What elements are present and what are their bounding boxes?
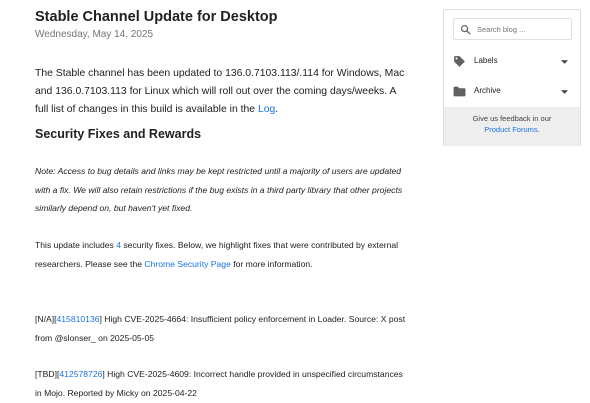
chevron-down-icon	[561, 60, 568, 64]
intro-end: .	[275, 104, 279, 115]
feedback-line: Product Forums.	[444, 124, 580, 135]
log-link[interactable]: Log	[258, 104, 275, 115]
updates-paragraph: This update includes 4 security fixes. B…	[35, 236, 405, 274]
labels-dropdown[interactable]: Labels	[444, 51, 580, 73]
security-entry: [TBD][412578726] High CVE-2025-4609: Inc…	[35, 365, 407, 403]
entry-prefix: [TBD][	[35, 369, 60, 379]
feedback-box: Give us feedback in our Product Forums.	[444, 107, 580, 146]
feedback-text: Give us feedback in our	[472, 114, 552, 123]
search-box[interactable]	[453, 18, 572, 40]
updates-pre: This update includes	[35, 240, 117, 250]
feedback-end: .	[537, 125, 540, 134]
post-title[interactable]: Stable Channel Update for Desktop	[35, 9, 278, 25]
bug-link[interactable]: 415810136	[57, 314, 100, 324]
section-heading: Security Fixes and Rewards	[35, 127, 202, 141]
archive-label: Archive	[474, 86, 501, 95]
post-date: Wednesday, May 14, 2025	[35, 29, 154, 40]
bug-link[interactable]: 412578726	[59, 369, 102, 379]
chevron-down-icon	[561, 90, 568, 94]
product-forums-link[interactable]: Product Forums	[484, 125, 537, 134]
updates-post: for more information.	[230, 259, 313, 269]
chrome-security-page-link[interactable]: Chrome Security Page	[144, 259, 230, 269]
search-icon	[461, 24, 471, 34]
label-tag-icon	[454, 56, 465, 67]
intro-paragraph: The Stable channel has been updated to 1…	[35, 65, 407, 119]
search-input[interactable]	[477, 24, 567, 34]
note-paragraph: Note: Access to bug details and links ma…	[35, 166, 403, 213]
archive-dropdown[interactable]: Archive	[444, 81, 580, 103]
entry-prefix: [N/A][	[35, 314, 57, 324]
intro-text: The Stable channel has been updated to 1…	[35, 68, 405, 115]
labels-label: Labels	[474, 56, 498, 65]
security-entry: [N/A][415810136] High CVE-2025-4664: Ins…	[35, 310, 407, 348]
folder-icon	[453, 86, 466, 97]
sidebar: Labels Archive Give us feedback in our P…	[443, 9, 581, 146]
